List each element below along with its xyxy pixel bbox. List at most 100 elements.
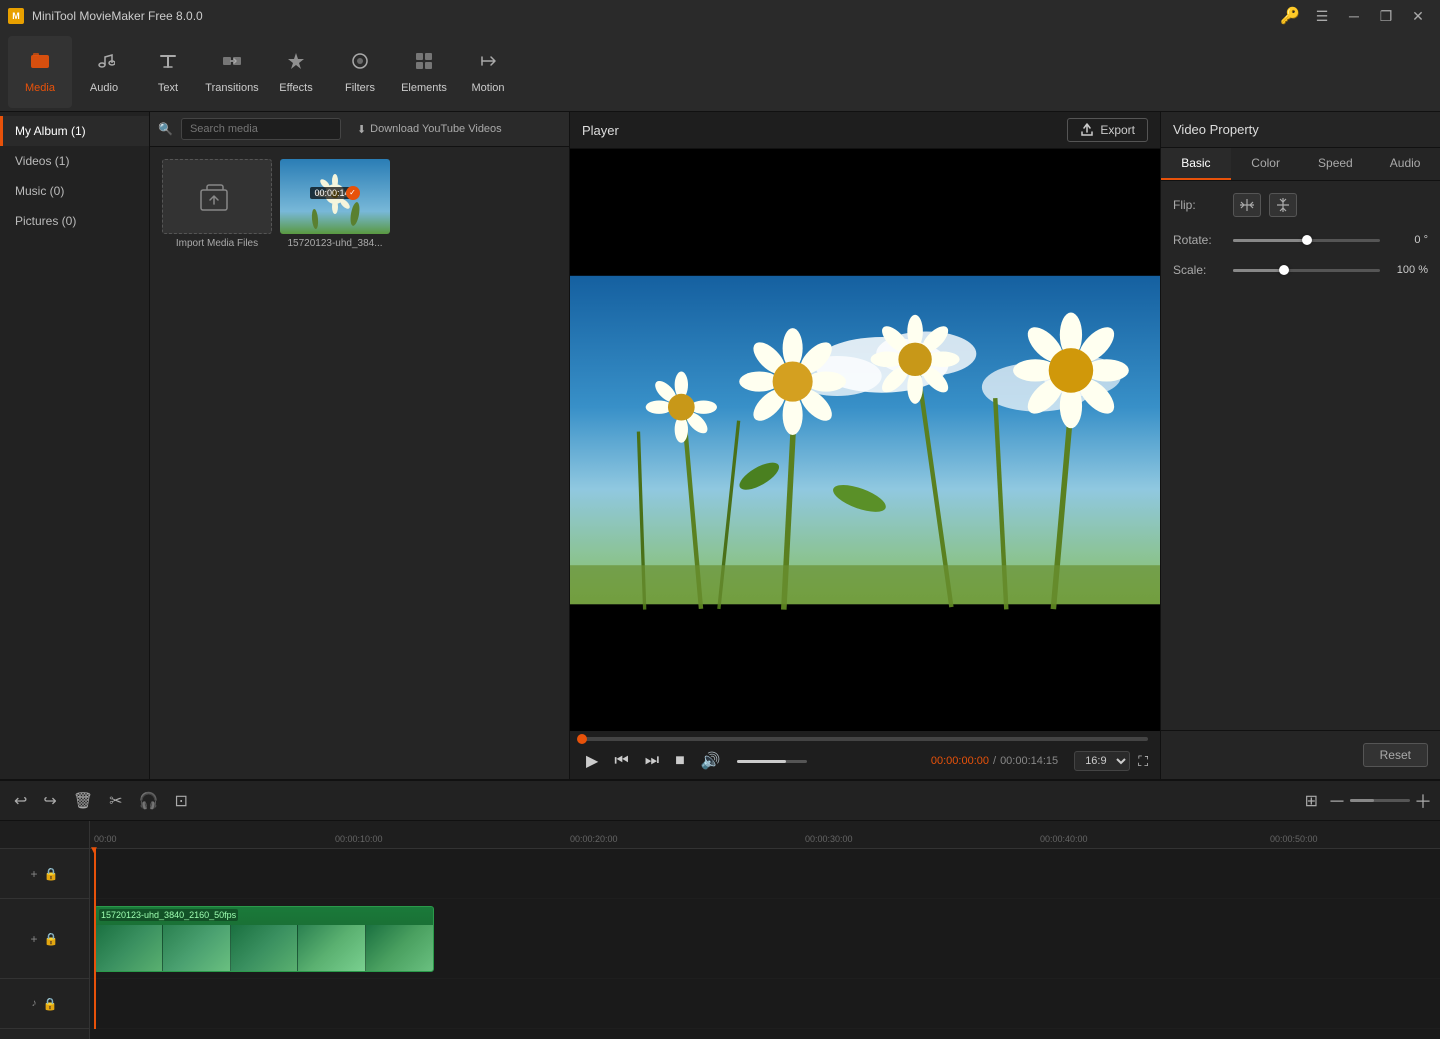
rotate-fill [1233,239,1307,242]
menu-button[interactable]: ☰ [1308,6,1336,26]
fit-timeline-button[interactable]: ⊞ [1299,787,1324,815]
app-title: MiniTool MovieMaker Free 8.0.0 [32,9,1280,23]
lock-audio-track-button[interactable]: 🔒 [43,997,58,1011]
flip-horizontal-button[interactable] [1233,193,1261,217]
import-media-thumb [162,159,272,234]
download-youtube-button[interactable]: ⬇ Download YouTube Videos [349,119,510,140]
player-header: Player Export [570,112,1160,149]
timeline-body: + 🔒 + 🔒 ♪ 🔒 00:00 00:00:10:00 00:00:20:0… [0,821,1440,1039]
add-track-button-1[interactable]: + [31,867,38,881]
track-headers: + 🔒 + 🔒 ♪ 🔒 [0,821,90,1039]
scale-label: Scale: [1173,263,1233,277]
search-icon: 🔍 [158,122,173,136]
reset-button[interactable]: Reset [1363,743,1428,767]
prev-frame-button[interactable]: ⏮ [610,750,632,772]
film-frames [95,925,433,971]
elements-icon [413,50,435,78]
fullscreen-button[interactable]: ⛶ [1138,753,1148,770]
minimize-button[interactable]: ─ [1340,6,1368,26]
zoom-slider[interactable] [1350,799,1410,802]
flip-horizontal-icon [1239,197,1255,213]
search-input[interactable] [181,118,341,140]
import-media-item[interactable]: Import Media Files [162,159,272,249]
redo-button[interactable]: ↪ [37,787,62,815]
lock-track-button-1[interactable]: 🔒 [44,867,59,881]
toolbar-item-media[interactable]: Media [8,36,72,108]
delete-button[interactable]: 🗑 [67,787,99,815]
rotate-slider[interactable] [1233,239,1380,242]
rotate-handle[interactable] [1302,235,1312,245]
close-button[interactable]: ✕ [1404,6,1432,26]
sidebar-item-my-album[interactable]: My Album (1) [0,116,149,146]
toolbar-item-transitions[interactable]: Transitions [200,36,264,108]
titlebar: M MiniTool MovieMaker Free 8.0.0 🔑 ☰ ─ ❐… [0,0,1440,32]
toolbar-item-effects[interactable]: Effects [264,36,328,108]
toolbar-item-text[interactable]: Text [136,36,200,108]
toolbar-item-elements[interactable]: Elements [392,36,456,108]
toolbar-elements-label: Elements [401,82,447,94]
play-button[interactable]: ▶ [582,749,602,773]
volume-slider[interactable] [737,760,807,763]
video-media-thumb: 00:00:14 ✓ [280,159,390,234]
scale-fill [1233,269,1284,272]
text-icon [157,50,179,78]
playhead[interactable] [94,849,96,1029]
zoom-in-button[interactable]: ＋ [1414,788,1432,814]
key-icon: 🔑 [1280,6,1300,26]
track-1 [90,849,1440,899]
toolbar-transitions-label: Transitions [205,82,258,94]
flip-vertical-icon [1275,197,1291,213]
next-frame-button[interactable]: ⏭ [641,750,663,772]
scale-slider[interactable] [1233,269,1380,272]
clip-label: 15720123-uhd_3840_2160_50fps [99,909,238,921]
audio-detach-button[interactable]: 🎧 [133,787,165,815]
film-frame [298,925,366,971]
zoom-controls: ⊞ － ＋ [1299,787,1432,815]
toolbar-item-motion[interactable]: Motion [456,36,520,108]
player-panel: Player Export [570,112,1160,779]
timeline-toolbar: ↩ ↪ 🗑 ✂ 🎧 ⊡ ⊞ － ＋ [0,781,1440,821]
window-controls: ☰ ─ ❐ ✕ [1308,6,1432,26]
scale-handle[interactable] [1279,265,1289,275]
video-check: ✓ [346,186,360,200]
sidebar-item-videos[interactable]: Videos (1) [0,146,149,176]
effects-icon [285,50,307,78]
toolbar-item-filters[interactable]: Filters [328,36,392,108]
tab-basic[interactable]: Basic [1161,148,1231,180]
tab-color[interactable]: Color [1231,148,1301,180]
media-grid: Import Media Files [150,147,569,779]
add-audio-track-button[interactable]: ♪ [32,998,37,1009]
crop-button[interactable]: ⊡ [168,787,193,815]
motion-icon [477,50,499,78]
property-tabs: Basic Color Speed Audio [1161,148,1440,181]
timeline-content[interactable]: 00:00 00:00:10:00 00:00:20:00 00:00:30:0… [90,821,1440,1039]
undo-button[interactable]: ↩ [8,787,33,815]
import-media-label: Import Media Files [162,238,272,249]
video-clip[interactable]: 15720123-uhd_3840_2160_50fps [94,906,434,972]
toolbar-item-audio[interactable]: Audio [72,36,136,108]
flip-vertical-button[interactable] [1269,193,1297,217]
lock-video-track-button[interactable]: 🔒 [44,932,59,946]
seek-handle[interactable] [577,734,587,744]
ruler-mark-3: 00:00:30:00 [805,834,853,844]
volume-button[interactable]: 🔊 [697,749,725,773]
add-video-track-button[interactable]: + [31,932,38,946]
tab-audio[interactable]: Audio [1370,148,1440,180]
toolbar-effects-label: Effects [279,82,312,94]
tab-speed[interactable]: Speed [1301,148,1371,180]
video-media-item[interactable]: 00:00:14 ✓ 15720123-uhd_384... [280,159,390,249]
aspect-ratio-select[interactable]: 16:9 9:16 4:3 1:1 [1074,751,1130,771]
scale-controls: 100 % [1233,264,1428,276]
export-button[interactable]: Export [1067,118,1148,142]
zoom-out-button[interactable]: － [1328,788,1346,814]
audio-icon [93,50,115,78]
video-media-label: 15720123-uhd_384... [280,238,390,249]
sidebar-item-music[interactable]: Music (0) [0,176,149,206]
scale-value: 100 % [1388,264,1428,276]
restore-button[interactable]: ❐ [1372,6,1400,26]
cut-button[interactable]: ✂ [103,787,128,815]
property-content: Flip: [1161,181,1440,730]
seek-bar[interactable] [582,737,1148,741]
stop-button[interactable]: ■ [671,750,689,772]
sidebar-item-pictures[interactable]: Pictures (0) [0,206,149,236]
